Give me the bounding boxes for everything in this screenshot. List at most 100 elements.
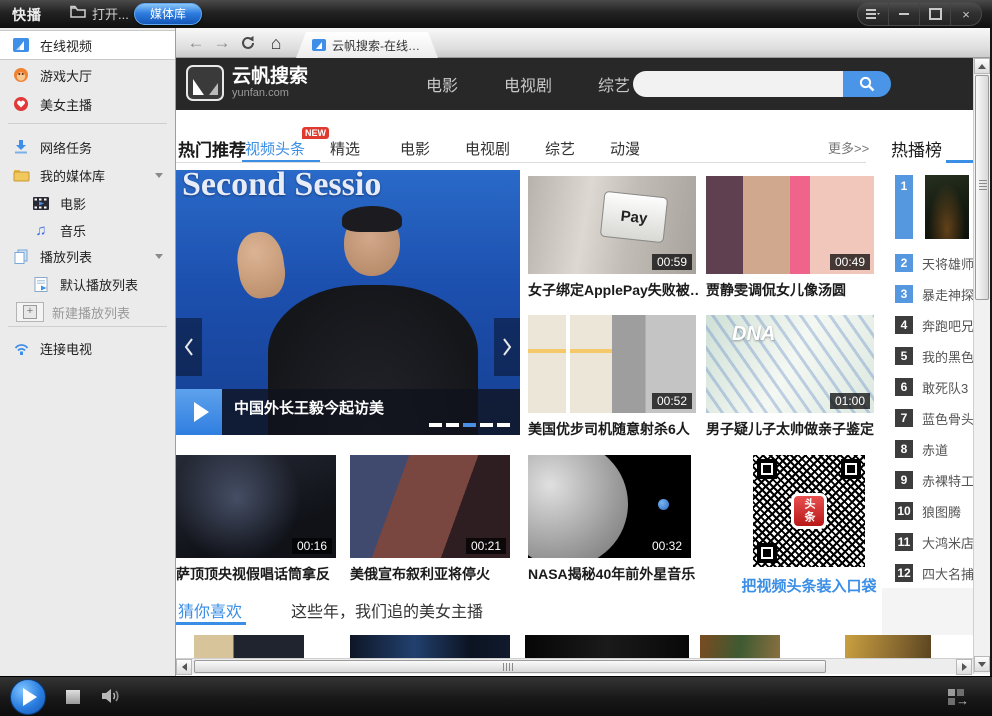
video-card[interactable]: 00:32 NASA揭秘40年前外星音乐 xyxy=(528,455,696,584)
bottom-thumbnail[interactable] xyxy=(350,635,510,658)
tab-variety[interactable]: 综艺 xyxy=(545,138,575,159)
site-nav-variety[interactable]: 综艺 xyxy=(598,72,630,96)
site-logo[interactable]: 云帆搜索 yunfan.com xyxy=(186,65,308,101)
search-button[interactable] xyxy=(843,71,891,97)
sidebar-item-movies[interactable]: 电影 xyxy=(0,189,175,217)
carousel-dot[interactable] xyxy=(429,423,442,427)
hot-list-item[interactable]: 12四大名捕大结局 xyxy=(895,564,984,582)
carousel-prev-button[interactable] xyxy=(176,318,202,376)
bottom-thumbnail[interactable] xyxy=(176,635,304,658)
carousel-dots xyxy=(429,423,510,427)
carousel-dot[interactable] xyxy=(480,423,493,427)
stop-button[interactable] xyxy=(66,690,80,704)
sidebar-item-label: 默认播放列表 xyxy=(60,275,138,294)
vertical-scrollbar[interactable] xyxy=(973,58,990,674)
tab-beauty-anchors[interactable]: 这些年，我们追的美女主播 xyxy=(291,598,483,622)
site-nav-tv[interactable]: 电视剧 xyxy=(504,72,552,96)
sidebar-item-new-playlist[interactable]: + 新建播放列表 xyxy=(0,298,175,326)
carousel-next-button[interactable] xyxy=(494,318,520,376)
tab-movies[interactable]: 电影 xyxy=(400,138,430,159)
video-card[interactable]: DNA 01:00 男子疑儿子太帅做亲子鉴定 xyxy=(706,315,874,439)
horizontal-scroll-thumb[interactable] xyxy=(194,660,826,673)
forward-button[interactable]: → xyxy=(210,31,234,55)
video-card[interactable]: 00:21 美俄宣布叙利亚将停火 xyxy=(350,455,518,584)
arrow-right-icon: → xyxy=(956,693,969,708)
carousel-dot[interactable] xyxy=(497,423,510,427)
carousel-play-button[interactable] xyxy=(176,389,222,435)
scroll-right-button[interactable] xyxy=(956,659,972,675)
tab-selected[interactable]: 精选 xyxy=(330,138,360,159)
back-button[interactable]: ← xyxy=(184,31,208,55)
sidebar-item-music[interactable]: ♫ 音乐 xyxy=(0,216,175,244)
site-nav-movies[interactable]: 电影 xyxy=(426,72,458,96)
tab-hot-recommend[interactable]: 热门推荐 xyxy=(178,136,246,161)
chevron-left-icon xyxy=(183,337,195,357)
horizontal-scrollbar[interactable] xyxy=(176,658,973,674)
sidebar-item-beauty-anchor[interactable]: 美女主播 xyxy=(0,90,175,118)
collapse-caret-icon[interactable] xyxy=(155,173,163,178)
vertical-scroll-thumb[interactable] xyxy=(975,75,989,300)
video-card[interactable]: 00:52 美国优步司机随意射杀6人 xyxy=(528,315,696,439)
play-button[interactable] xyxy=(10,679,46,715)
sidebar-item-connect-tv[interactable]: 连接电视 xyxy=(0,334,175,362)
tab-anime[interactable]: 动漫 xyxy=(610,138,640,159)
sidebar-item-game-hall[interactable]: 游戏大厅 xyxy=(0,61,175,89)
video-card[interactable]: 00:49 贾静雯调侃女儿像汤圆 xyxy=(706,176,874,300)
sidebar-item-my-media-library[interactable]: 我的媒体库 xyxy=(0,161,175,189)
video-card[interactable]: Pay 00:59 女子绑定ApplePay失败被… xyxy=(528,176,696,300)
maximize-button[interactable] xyxy=(919,3,950,25)
app-logo[interactable]: 快播 xyxy=(12,5,42,25)
sidebar-item-label: 播放列表 xyxy=(40,247,92,266)
playlist-toggle-button[interactable]: → xyxy=(948,689,970,705)
scroll-down-button[interactable] xyxy=(974,656,990,672)
volume-button[interactable] xyxy=(100,686,122,711)
hot-list-item[interactable]: 6敢死队3 xyxy=(895,378,968,396)
sidebar-item-playlists[interactable]: 播放列表 xyxy=(0,242,175,270)
hot-list-item[interactable]: 10狼图腾 xyxy=(895,502,961,520)
collapse-caret-icon[interactable] xyxy=(155,254,163,259)
tab-tv[interactable]: 电视剧 xyxy=(465,138,510,159)
hot-list-item[interactable]: 8赤道 xyxy=(895,440,948,458)
search-icon xyxy=(858,75,876,93)
bottom-thumbnail[interactable] xyxy=(845,635,931,658)
tab-video-headlines[interactable]: 视频头条 NEW xyxy=(245,138,305,159)
playlist-doc-icon xyxy=(32,276,50,292)
sidebar-item-default-playlist[interactable]: 默认播放列表 xyxy=(0,270,175,298)
home-button[interactable]: ⌂ xyxy=(264,31,288,55)
hot-chart-header[interactable]: 热播榜 xyxy=(891,136,942,161)
tab-title: 云帆搜索-在线… xyxy=(332,37,420,54)
sidebar-item-online-video[interactable]: 在线视频 xyxy=(0,30,175,60)
media-library-button[interactable]: 媒体库 xyxy=(134,3,202,25)
duration-badge: 00:21 xyxy=(466,538,506,554)
minimize-button[interactable] xyxy=(888,3,919,25)
folder-open-icon xyxy=(70,5,86,21)
hot-item-poster[interactable] xyxy=(925,175,969,239)
hot-list-item[interactable]: 2天将雄师 xyxy=(895,254,974,272)
carousel[interactable]: Second Sessio 中国外长王毅今起访美 xyxy=(176,170,520,435)
scroll-up-button[interactable] xyxy=(974,58,990,74)
tab-guess-you-like[interactable]: 猜你喜欢 xyxy=(178,598,242,622)
hot-list-item[interactable]: 11大鸿米店 xyxy=(895,533,974,551)
browser-panel: ← → ⌂ 云帆搜索-在线… 云帆搜索 yunfan.com xyxy=(176,28,992,676)
hot-list-item[interactable]: 5我的黑色小礼服 xyxy=(895,347,984,365)
more-link[interactable]: 更多>> xyxy=(828,138,869,157)
player-bar: → xyxy=(0,676,992,716)
scroll-left-button[interactable] xyxy=(176,659,192,675)
hot-list-item[interactable]: 3暴走神探 xyxy=(895,285,974,303)
bottom-thumbnail[interactable] xyxy=(700,635,780,658)
carousel-dot[interactable] xyxy=(446,423,459,427)
open-file-button[interactable]: 打开... xyxy=(62,3,137,23)
search-input[interactable] xyxy=(633,71,843,97)
close-button[interactable]: × xyxy=(950,3,981,25)
carousel-dot[interactable] xyxy=(463,423,476,427)
sidebar-item-network-tasks[interactable]: 网络任务 xyxy=(0,133,175,161)
hot-list-item[interactable]: 7蓝色骨头 xyxy=(895,409,974,427)
video-card[interactable]: 00:16 萨顶顶央视假唱话筒拿反 xyxy=(176,455,344,584)
hot-list-item[interactable]: 9赤裸特工 xyxy=(895,471,974,489)
wifi-tv-icon xyxy=(12,340,30,356)
refresh-button[interactable] xyxy=(236,31,260,55)
bottom-thumbnail[interactable] xyxy=(525,635,689,658)
browser-tab[interactable]: 云帆搜索-在线… xyxy=(296,32,438,58)
hot-list-item[interactable]: 4奔跑吧兄弟 xyxy=(895,316,984,334)
main-menu-button[interactable] xyxy=(858,3,888,25)
